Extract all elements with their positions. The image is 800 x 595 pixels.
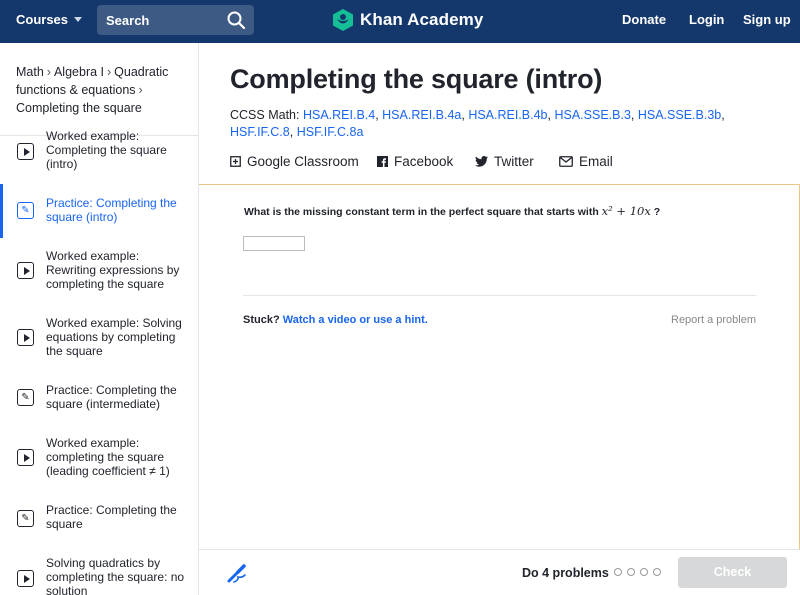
sidebar-item-rewriting-expressions[interactable]: Worked example: Rewriting expressions by… bbox=[0, 249, 198, 299]
play-icon bbox=[17, 449, 34, 466]
search-icon[interactable] bbox=[226, 10, 246, 30]
sidebar-item-label: Solving quadratics by completing the squ… bbox=[46, 556, 185, 595]
play-icon bbox=[17, 262, 34, 279]
share-twitter-label: Twitter bbox=[494, 154, 534, 169]
progress-dot-3 bbox=[640, 568, 648, 576]
play-icon bbox=[17, 570, 34, 587]
signup-link[interactable]: Sign up bbox=[743, 12, 791, 27]
question-divider bbox=[243, 295, 756, 296]
share-facebook-label: Facebook bbox=[394, 154, 454, 169]
login-link[interactable]: Login bbox=[689, 12, 724, 27]
progress-dot-2 bbox=[627, 568, 635, 576]
ccss-link-hsa-rei-b4a[interactable]: HSA.REI.B.4a bbox=[382, 108, 461, 122]
ccss-link-hsa-rei-b4[interactable]: HSA.REI.B.4 bbox=[303, 108, 375, 122]
progress-dot-4 bbox=[653, 568, 661, 576]
sidebar-item-label: Practice: Completing the square (intro) bbox=[46, 196, 177, 224]
ccss-link-hsa-rei-b4b[interactable]: HSA.REI.B.4b bbox=[468, 108, 547, 122]
check-button[interactable]: Check bbox=[678, 557, 787, 588]
ccss-link-hsa-sse-b3[interactable]: HSA.SSE.B.3 bbox=[554, 108, 630, 122]
facebook-icon bbox=[377, 156, 388, 167]
answer-input[interactable] bbox=[243, 236, 305, 251]
logo-text: Khan Academy bbox=[360, 10, 484, 29]
sidebar-item-practice-completing[interactable]: ✎ Practice: Completing the square bbox=[0, 503, 198, 543]
sidebar-item-practice-intermediate[interactable]: ✎ Practice: Completing the square (inter… bbox=[0, 383, 198, 423]
question-end: ? bbox=[653, 206, 661, 218]
chevron-right-icon: › bbox=[138, 83, 143, 97]
share-google-classroom-label: Google Classroom bbox=[247, 154, 359, 169]
scratchpad-pencil-icon[interactable] bbox=[226, 562, 248, 584]
sidebar-item-solving-equations[interactable]: Worked example: Solving equations by com… bbox=[0, 316, 198, 366]
share-google-classroom[interactable]: Google Classroom bbox=[230, 154, 359, 169]
page-title: Completing the square (intro) bbox=[230, 64, 603, 94]
breadcrumb-math[interactable]: Math bbox=[16, 65, 44, 79]
sidebar-item-label: Worked example: Completing the square (i… bbox=[46, 129, 167, 171]
courses-menu[interactable]: Courses bbox=[16, 12, 83, 27]
pencil-icon: ✎ bbox=[17, 202, 34, 219]
khan-academy-logo[interactable]: Khan Academy bbox=[332, 8, 483, 32]
lesson-sidebar: Math › Algebra I › Quadratic functions & equ… bbox=[0, 43, 199, 595]
courses-label: Courses bbox=[16, 12, 69, 27]
email-icon bbox=[559, 156, 573, 167]
pencil-icon: ✎ bbox=[17, 510, 34, 527]
search-input[interactable]: Search bbox=[106, 13, 149, 28]
breadcrumb-completing[interactable]: Completing the square bbox=[16, 101, 142, 115]
share-email[interactable]: Email bbox=[559, 154, 613, 169]
share-facebook[interactable]: Facebook bbox=[377, 154, 453, 169]
question-prompt: What is the missing constant term in the… bbox=[244, 204, 660, 218]
sidebar-item-no-solution[interactable]: Solving quadratics by completing the squ… bbox=[0, 556, 198, 595]
progress-dot-1 bbox=[614, 568, 622, 576]
share-email-label: Email bbox=[579, 154, 613, 169]
stuck-label: Stuck? bbox=[243, 314, 280, 326]
google-classroom-icon bbox=[230, 156, 241, 167]
chevron-down-icon bbox=[74, 17, 83, 22]
do-problems-label: Do 4 problems bbox=[522, 566, 609, 580]
sidebar-item-practice-intro[interactable]: ✎ Practice: Completing the square (intro… bbox=[0, 195, 198, 235]
sidebar-item-label: Practice: Completing the square (interme… bbox=[46, 383, 177, 411]
breadcrumb: Math › Algebra I › Quadratic functions & equ… bbox=[16, 63, 191, 117]
hint-link[interactable]: Watch a video or use a hint. bbox=[283, 314, 428, 326]
sidebar-item-label: Worked example: Rewriting expressions by… bbox=[46, 249, 180, 291]
ccss-prefix: CCSS Math: bbox=[230, 108, 300, 122]
pencil-icon: ✎ bbox=[17, 389, 34, 406]
chevron-right-icon: › bbox=[46, 65, 51, 79]
share-twitter[interactable]: Twitter bbox=[475, 154, 534, 169]
donate-link[interactable]: Donate bbox=[622, 12, 666, 27]
chevron-right-icon: › bbox=[107, 65, 112, 79]
search-box[interactable]: Search bbox=[97, 5, 254, 35]
sidebar-item-worked-example-intro[interactable]: Worked example: Completing the square (i… bbox=[0, 129, 198, 171]
report-problem-link[interactable]: Report a problem bbox=[671, 314, 756, 326]
top-navigation-bar: Courses Search Khan Academy Donate Login… bbox=[0, 0, 800, 43]
ccss-link-hsa-sse-b3b[interactable]: HSA.SSE.B.3b bbox=[638, 108, 721, 122]
sidebar-item-leading-coefficient[interactable]: Worked example: completing the square (l… bbox=[0, 436, 198, 486]
twitter-icon bbox=[475, 156, 488, 167]
khan-leaf-logo-icon bbox=[333, 9, 353, 31]
ccss-standards: CCSS Math: HSA.REI.B.4, HSA.REI.B.4a, HS… bbox=[230, 108, 725, 139]
breadcrumb-algebra[interactable]: Algebra I bbox=[54, 65, 104, 79]
progress-dots bbox=[614, 568, 666, 576]
sidebar-item-label: Worked example: completing the square (l… bbox=[46, 436, 170, 478]
sidebar-item-label: Practice: Completing the square bbox=[46, 503, 177, 531]
ccss-link-hsf-if-c8a[interactable]: HSF.IF.C.8a bbox=[297, 125, 364, 139]
ccss-link-hsf-if-c8[interactable]: HSF.IF.C.8 bbox=[230, 125, 290, 139]
sidebar-item-label: Worked example: Solving equations by com… bbox=[46, 316, 182, 358]
play-icon bbox=[17, 329, 34, 346]
stuck-prompt: Stuck? Watch a video or use a hint. bbox=[243, 314, 428, 326]
question-math: x² + 10x bbox=[601, 204, 651, 218]
play-icon bbox=[17, 143, 34, 160]
question-text: What is the missing constant term in the… bbox=[244, 206, 599, 218]
